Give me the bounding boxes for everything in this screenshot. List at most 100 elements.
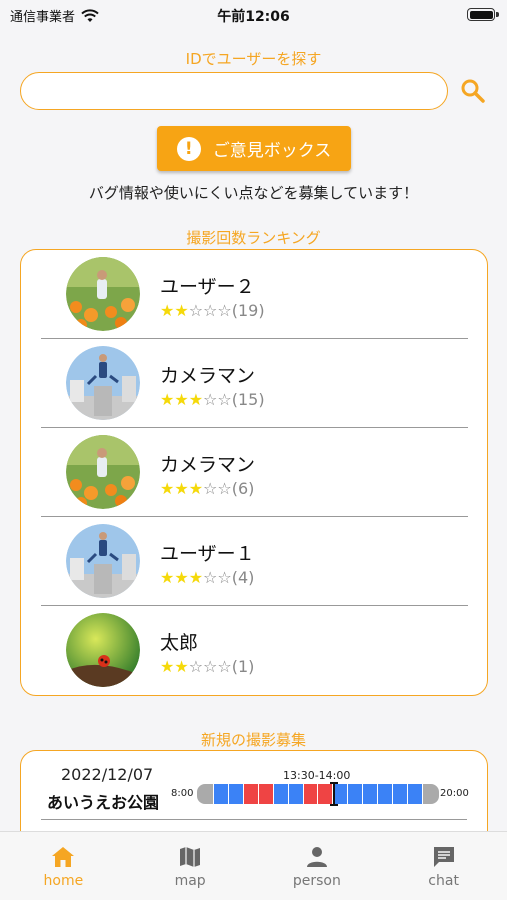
star-filled-icon: ★ — [174, 657, 189, 676]
star-empty-icon: ☆ — [188, 657, 204, 676]
time-slot-open — [378, 784, 393, 804]
time-slot-booked — [258, 784, 273, 804]
time-slot-booked — [243, 784, 258, 804]
avatar — [66, 346, 140, 420]
status-time: 午前12:06 — [217, 9, 290, 25]
tab-home[interactable]: home — [0, 832, 127, 900]
person-icon — [306, 847, 327, 867]
star-filled-icon: ★ — [160, 568, 175, 587]
time-slot-timeline — [197, 782, 439, 806]
tab-map[interactable]: map — [127, 832, 254, 900]
rating-count: (19) — [231, 301, 265, 320]
home-icon — [52, 847, 75, 867]
status-bar: 通信事業者 午前12:06 — [0, 0, 507, 30]
time-slot-open — [363, 784, 378, 804]
timeline-cursor-icon — [330, 782, 338, 806]
rating-stars: ★★★☆☆(4) — [160, 568, 254, 587]
time-slot-open — [228, 784, 243, 804]
star-empty-icon: ☆ — [188, 301, 204, 320]
star-filled-icon: ★ — [160, 657, 175, 676]
ranking-card: ユーザー２ ★★☆☆☆(19) カメラマン ★★★☆☆(15) カメラマン ★★★☆☆(6… — [20, 249, 488, 696]
tab-map-label: map — [174, 873, 206, 889]
rating-stars: ★★☆☆☆(19) — [160, 301, 265, 320]
tab-person-label: person — [292, 873, 341, 889]
ranking-row[interactable]: ユーザー２ ★★☆☆☆(19) — [41, 250, 468, 339]
opinion-note: バグ情報や使いにくい点などを募集しています！ — [88, 184, 419, 202]
ranking-row[interactable]: 太郎 ★★☆☆☆(1) — [41, 606, 468, 695]
avatar — [66, 435, 140, 509]
star-empty-icon: ☆ — [217, 479, 232, 498]
star-empty-icon: ☆ — [203, 657, 218, 676]
star-filled-icon: ★ — [174, 568, 189, 587]
timeline-end-label: 20:00 — [440, 788, 469, 799]
rating-stars: ★★☆☆☆(1) — [160, 657, 254, 676]
tab-chat[interactable]: chat — [380, 832, 507, 900]
star-filled-icon: ★ — [174, 479, 189, 498]
star-empty-icon: ☆ — [217, 657, 232, 676]
time-slot-open — [407, 784, 422, 804]
time-slot-open — [348, 784, 363, 804]
ranking-user-name: ユーザー２ — [160, 276, 255, 298]
star-empty-icon: ☆ — [217, 390, 232, 409]
tab-home-label: home — [43, 873, 84, 889]
search-input[interactable] — [20, 72, 448, 110]
timeline-start-label: 8:00 — [171, 788, 194, 799]
ranking-title: 撮影回数ランキング — [186, 229, 321, 247]
tab-bar: home map person chat — [0, 831, 507, 900]
time-slot-open — [393, 784, 407, 804]
recruitment-divider — [41, 819, 467, 820]
battery-tip — [496, 12, 499, 17]
rating-count: (1) — [231, 657, 255, 676]
recruitment-title: 新規の撮影募集 — [200, 731, 306, 749]
search-title: IDでユーザーを探す — [185, 50, 322, 68]
ranking-row[interactable]: カメラマン ★★★☆☆(6) — [41, 428, 468, 517]
ranking-row[interactable]: ユーザー１ ★★★☆☆(4) — [41, 517, 468, 606]
star-filled-icon: ★ — [188, 390, 204, 409]
search-icon — [461, 79, 485, 103]
star-empty-icon: ☆ — [203, 479, 218, 498]
star-filled-icon: ★ — [188, 568, 204, 587]
star-filled-icon: ★ — [174, 301, 189, 320]
rating-stars: ★★★☆☆(15) — [160, 390, 265, 409]
tab-chat-label: chat — [428, 873, 459, 889]
recruitment-time-range: 13:30-14:00 — [283, 769, 351, 782]
exclamation-icon: ! — [176, 136, 201, 161]
star-filled-icon: ★ — [188, 479, 204, 498]
ranking-row[interactable]: カメラマン ★★★☆☆(15) — [41, 339, 468, 428]
timeline-cap-start — [197, 784, 213, 804]
star-empty-icon: ☆ — [217, 301, 232, 320]
star-empty-icon: ☆ — [217, 568, 232, 587]
opinion-box-label: ご意見ボックス — [212, 141, 332, 161]
time-slot-booked — [303, 784, 318, 804]
avatar — [66, 524, 140, 598]
recruitment-item[interactable]: 2022/12/07 あいうえお公園 13:30-14:00 8:00 20:0… — [21, 751, 487, 819]
recruitment-place: あいうえお公園 — [47, 793, 160, 812]
opinion-box-button[interactable]: ! ご意見ボックス — [157, 126, 351, 171]
ranking-user-name: カメラマン — [160, 454, 256, 476]
star-empty-icon: ☆ — [203, 301, 218, 320]
ranking-user-name: 太郎 — [160, 632, 199, 654]
star-filled-icon: ★ — [174, 390, 189, 409]
rating-count: (6) — [231, 479, 255, 498]
star-filled-icon: ★ — [160, 390, 175, 409]
ranking-user-name: ユーザー１ — [160, 543, 255, 565]
time-slot-open — [288, 784, 303, 804]
avatar — [66, 613, 140, 687]
star-filled-icon: ★ — [160, 301, 175, 320]
battery-icon — [467, 8, 495, 21]
rating-count: (15) — [231, 390, 265, 409]
recruitment-date: 2022/12/07 — [61, 765, 154, 784]
rating-count: (4) — [231, 568, 255, 587]
chat-icon — [433, 847, 454, 867]
tab-person[interactable]: person — [254, 832, 381, 900]
ranking-user-name: カメラマン — [160, 365, 256, 387]
time-slot-open — [273, 784, 288, 804]
time-slot-open — [214, 784, 228, 804]
map-icon — [180, 847, 201, 867]
star-empty-icon: ☆ — [203, 568, 218, 587]
star-filled-icon: ★ — [160, 479, 175, 498]
star-empty-icon: ☆ — [203, 390, 218, 409]
search-button[interactable] — [458, 76, 488, 106]
timeline-cap-end — [422, 784, 439, 804]
avatar — [66, 257, 140, 331]
